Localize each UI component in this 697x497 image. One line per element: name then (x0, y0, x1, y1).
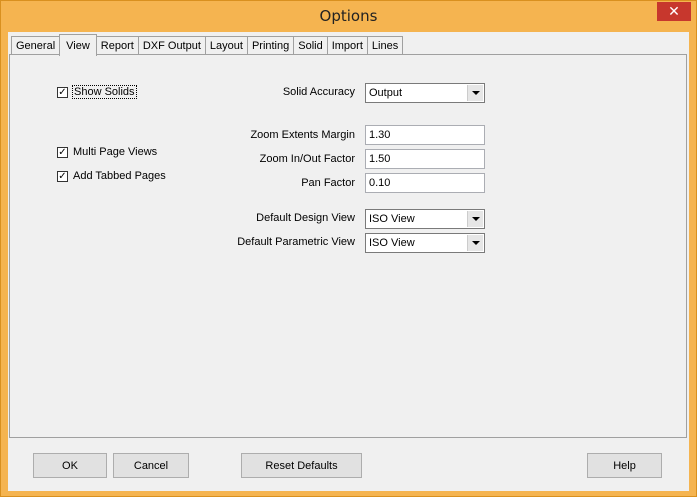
show-solids-check-icon[interactable]: ✓ (57, 86, 68, 98)
window-title: Options (319, 7, 378, 25)
view-tab-panel: ✓ Show Solids ✓ Multi Page Views ✓ Add T… (9, 54, 687, 438)
reset-defaults-button[interactable]: Reset Defaults (241, 453, 362, 478)
default-design-view-value: ISO View (369, 213, 415, 225)
solid-accuracy-value: Output (369, 87, 403, 99)
zoom-extents-margin-label: Zoom Extents Margin (250, 129, 355, 141)
pan-factor-input[interactable]: 0.10 (365, 173, 485, 193)
default-design-view-label: Default Design View (256, 212, 355, 224)
show-solids-label: Show Solids (72, 85, 137, 99)
solid-accuracy-select[interactable]: Output (365, 83, 485, 103)
tab-lines[interactable]: Lines (366, 36, 404, 55)
multi-page-views-check-icon[interactable]: ✓ (57, 146, 68, 158)
tab-general[interactable]: General (11, 36, 61, 55)
add-tabbed-pages-label: Add Tabbed Pages (73, 170, 166, 182)
tab-solid[interactable]: Solid (293, 36, 328, 55)
close-button[interactable]: ✕ (657, 2, 691, 21)
tab-report[interactable]: Report (95, 36, 139, 55)
multi-page-views-checkbox[interactable]: ✓ Multi Page Views (57, 146, 157, 158)
zoom-extents-margin-input[interactable]: 1.30 (365, 125, 485, 145)
add-tabbed-pages-checkbox[interactable]: ✓ Add Tabbed Pages (57, 170, 166, 182)
tab-printing[interactable]: Printing (246, 36, 295, 55)
default-parametric-view-label: Default Parametric View (237, 236, 355, 248)
tab-dxf-output[interactable]: DXF Output (137, 36, 206, 55)
default-parametric-view-select[interactable]: ISO View (365, 233, 485, 253)
solid-accuracy-label: Solid Accuracy (282, 86, 355, 98)
close-icon: ✕ (668, 3, 680, 19)
cancel-button[interactable]: Cancel (113, 453, 189, 478)
chevron-down-icon[interactable] (467, 235, 483, 251)
default-parametric-view-value: ISO View (369, 237, 415, 249)
ok-button[interactable]: OK (33, 453, 107, 478)
chevron-down-icon[interactable] (467, 211, 483, 227)
tab-layout[interactable]: Layout (204, 36, 248, 55)
multi-page-views-label: Multi Page Views (73, 146, 158, 158)
add-tabbed-pages-check-icon[interactable]: ✓ (57, 170, 68, 182)
zoom-factor-input[interactable]: 1.50 (365, 149, 485, 169)
default-design-view-select[interactable]: ISO View (365, 209, 485, 229)
tab-import[interactable]: Import (326, 36, 368, 55)
tab-view[interactable]: View (59, 34, 97, 56)
pan-factor-label: Pan Factor (301, 177, 355, 189)
zoom-factor-label: Zoom In/Out Factor (259, 153, 355, 165)
tab-strip: General View Report DXF Output Layout Pr… (11, 34, 404, 56)
title-bar[interactable]: Options ✕ (1, 1, 696, 32)
help-button[interactable]: Help (587, 453, 662, 478)
chevron-down-icon[interactable] (467, 85, 483, 101)
dialog-client-area: General View Report DXF Output Layout Pr… (8, 32, 689, 491)
options-window: Options ✕ General View Report DXF Output… (0, 0, 697, 497)
show-solids-checkbox[interactable]: ✓ Show Solids (57, 85, 137, 99)
